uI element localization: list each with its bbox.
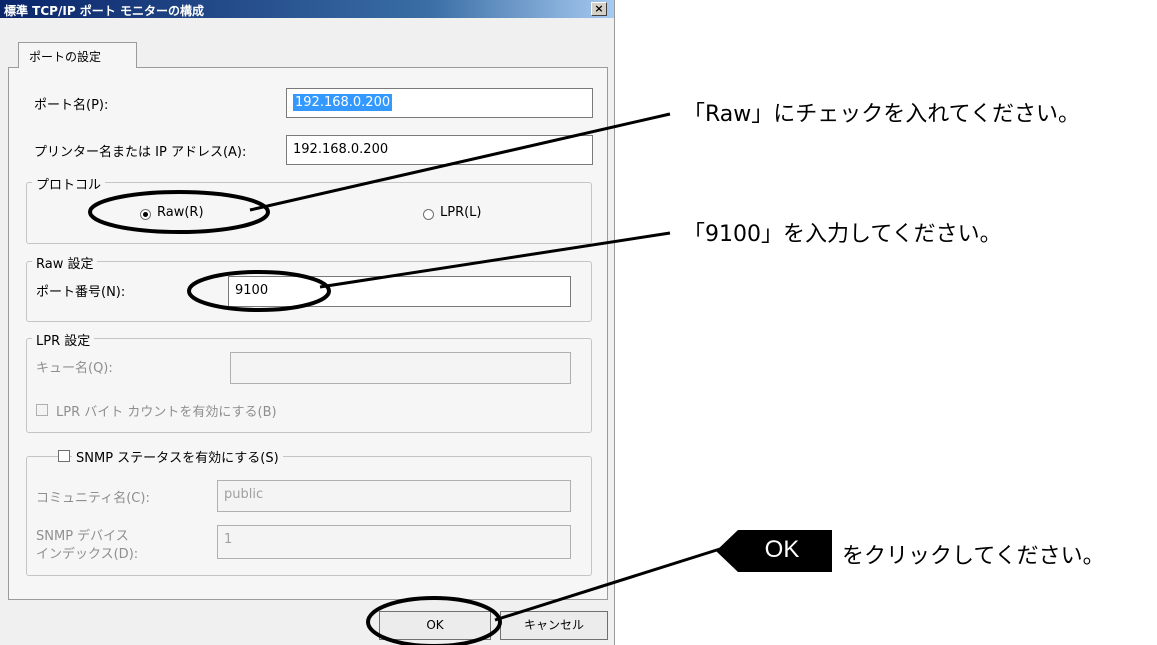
tab-port-settings[interactable]: ポートの設定 [18, 42, 137, 68]
raw-instruction: 「Raw」にチェックを入れてください。 [683, 102, 1080, 127]
ok-badge: OK [716, 530, 832, 572]
ok-leader-line [494, 547, 721, 622]
snmp-checkbox[interactable] [58, 450, 70, 462]
raw-highlight-ellipse [88, 190, 270, 234]
ok-instruction: をクリックしてください。 [842, 544, 1105, 569]
port-leader-line [319, 231, 671, 289]
ok-highlight-ellipse [366, 596, 502, 645]
port-highlight-ellipse [187, 270, 331, 312]
ok-badge-label: OK [764, 536, 800, 563]
port-instruction: 「9100」を入力してください。 [683, 222, 1002, 247]
raw-leader-line [249, 112, 671, 212]
tab-port-settings-label: ポートの設定 [29, 50, 102, 64]
